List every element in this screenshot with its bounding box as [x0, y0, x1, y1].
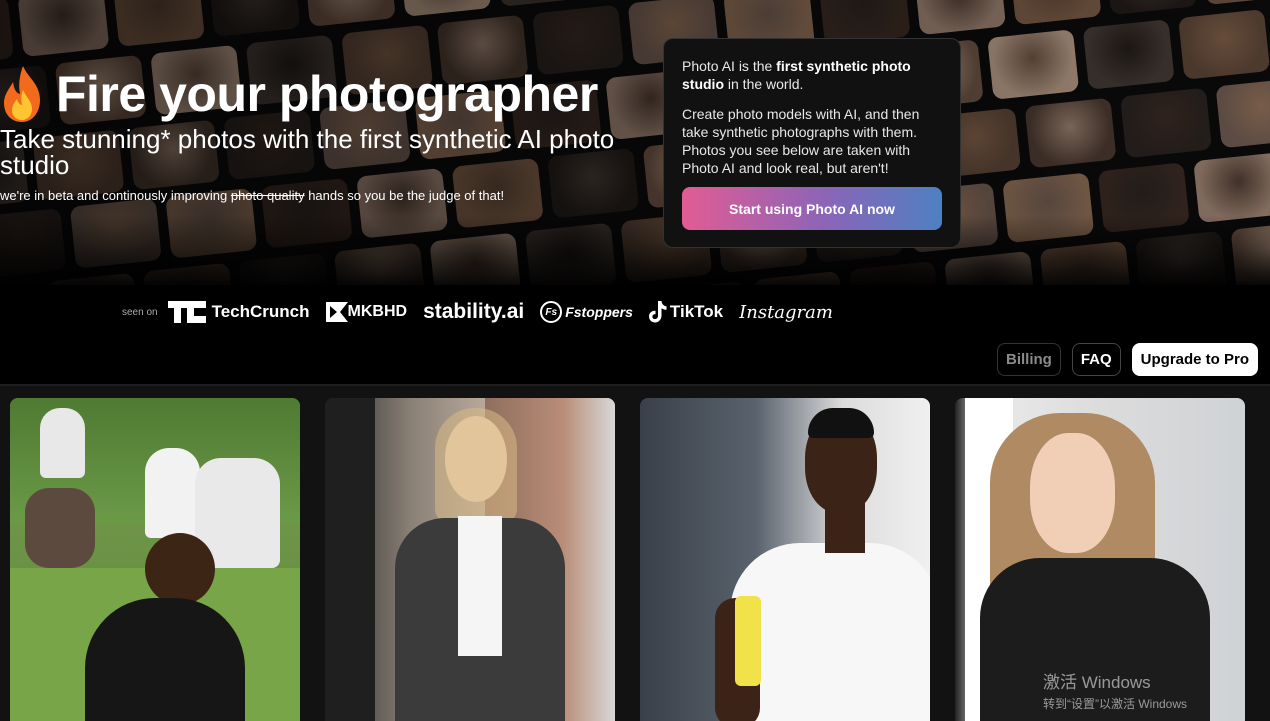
gallery-photo-street[interactable]	[325, 398, 615, 721]
tiktok-icon	[648, 301, 667, 323]
top-nav: Billing FAQ Upgrade to Pro	[996, 343, 1258, 376]
beta-note: we're in beta and continously improving …	[0, 188, 505, 203]
fstoppers-icon: Fs	[540, 301, 563, 323]
instagram-logo: Instagram	[739, 301, 833, 323]
mkbhd-logo: MKBHD	[325, 302, 407, 322]
techcrunch-logo: TechCrunch	[167, 301, 310, 323]
fstoppers-logo: Fs Fstoppers	[540, 301, 633, 323]
gallery-photo-model[interactable]	[640, 398, 930, 721]
windows-activation-watermark: 激活 Windows 转到“设置”以激活 Windows	[1043, 673, 1188, 711]
seen-on-label: seen on	[122, 306, 158, 318]
stability-logo: stability.ai	[423, 300, 525, 323]
hero-section: Fire your photographer Take stunning* ph…	[0, 0, 1270, 285]
mkbhd-icon	[325, 302, 348, 322]
card-intro: Photo AI is the first synthetic photo st…	[682, 58, 911, 92]
billing-button[interactable]: Billing	[996, 343, 1061, 376]
faq-button[interactable]: FAQ	[1071, 343, 1121, 376]
page-title: Fire your photographer	[56, 66, 598, 122]
gallery-photo-park[interactable]	[10, 398, 300, 721]
techcrunch-icon	[167, 301, 206, 323]
start-using-button[interactable]: Start using Photo AI now	[682, 187, 942, 230]
press-logos: seen on TechCrunch MKBHD stability.ai Fs…	[122, 296, 849, 328]
card-description: Create photo models with AI, and then ta…	[682, 106, 920, 176]
info-card: Photo AI is the first synthetic photo st…	[663, 38, 961, 248]
hero-headline: Fire your photographer	[0, 64, 598, 124]
fire-icon	[4, 66, 40, 122]
struck-text: photo quality	[230, 188, 305, 203]
tiktok-logo: TikTok	[648, 301, 723, 323]
upgrade-to-pro-button[interactable]: Upgrade to Pro	[1131, 343, 1258, 376]
hero-subtitle: Take stunning* photos with the first syn…	[0, 124, 615, 180]
